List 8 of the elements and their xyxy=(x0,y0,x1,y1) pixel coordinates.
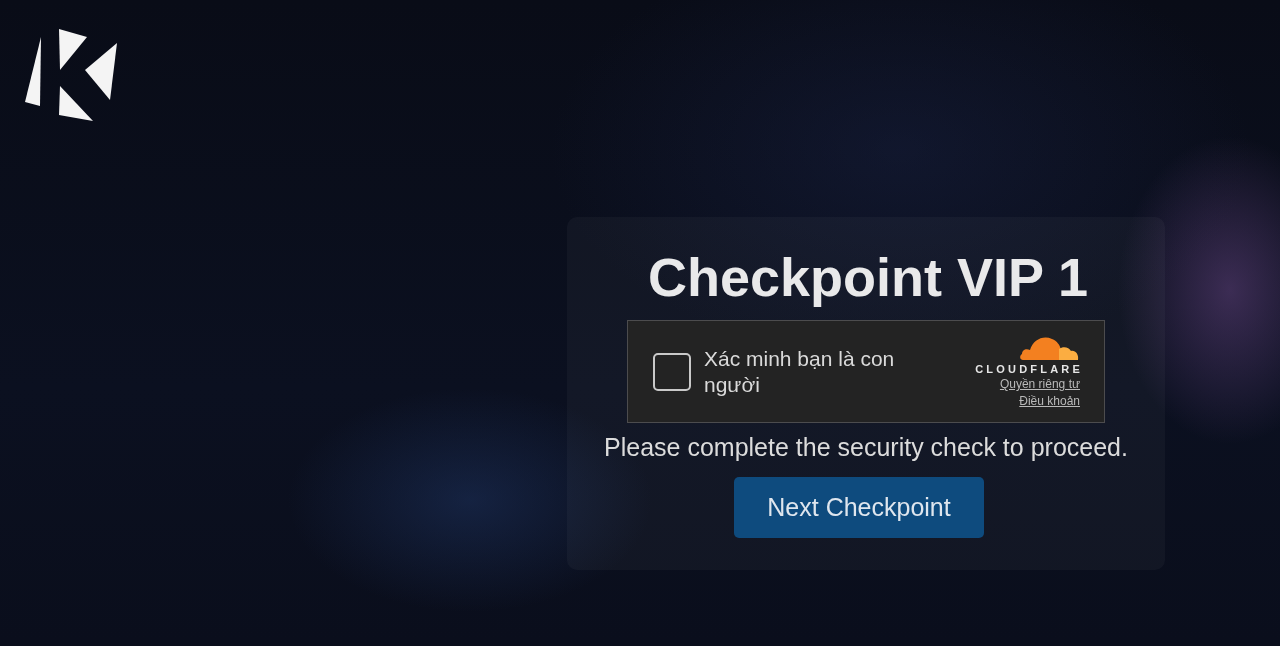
footer-link[interactable]: Điều khoản xyxy=(1019,393,1080,410)
captcha-checkbox[interactable] xyxy=(653,352,691,391)
page-title: Checkpoint VIP 1 xyxy=(647,247,1089,307)
brand-wordmark: CLOUDFLARE xyxy=(975,363,1083,376)
captcha-label: Xác minh bạn là con người xyxy=(704,345,896,398)
next-checkpoint-button[interactable]: Next Checkpoint xyxy=(734,477,984,538)
footer-link[interactable]: Quyền riêng tư xyxy=(999,376,1080,393)
instruction-text: Please complete the security check to proceed. xyxy=(604,433,1128,461)
